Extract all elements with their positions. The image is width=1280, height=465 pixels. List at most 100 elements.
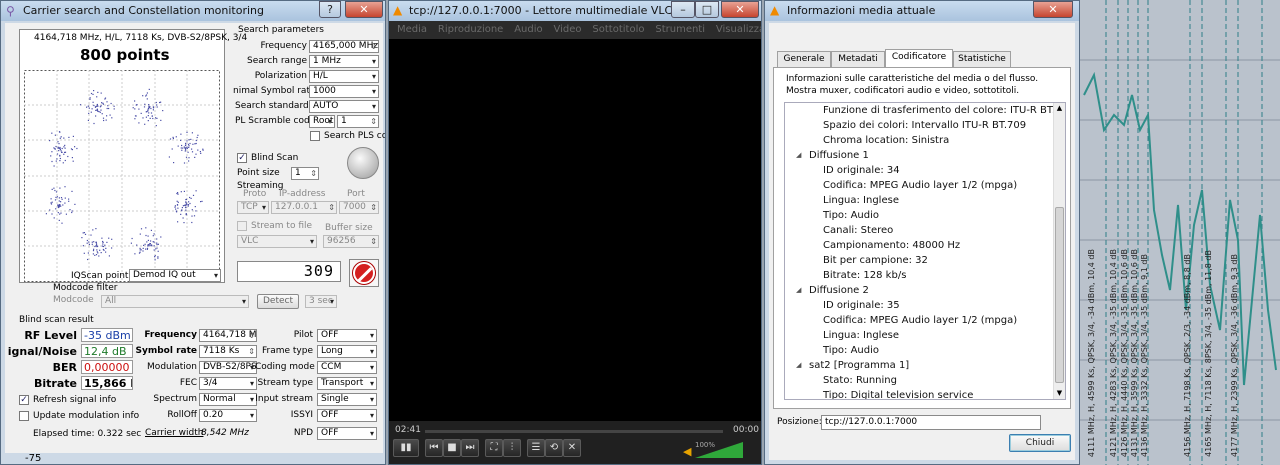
modcode-select[interactable]: All xyxy=(101,295,249,308)
vlc-maximize-button[interactable]: □ xyxy=(695,1,719,18)
mod-select[interactable]: DVB-S2/8PS xyxy=(199,361,257,374)
spectrum-label: Spectrum xyxy=(153,394,197,404)
refresh-checkbox[interactable]: ✓ xyxy=(19,395,29,405)
symrate-select[interactable]: 1000 xyxy=(309,85,379,98)
volume-slider[interactable] xyxy=(695,442,743,458)
iqscan-select[interactable]: Demod IQ out xyxy=(129,269,221,282)
pilot-select[interactable]: OFF xyxy=(317,329,377,342)
rolloff-select[interactable]: 0.20 xyxy=(199,409,257,422)
player-select[interactable]: VLC xyxy=(237,235,317,248)
tab-metadati[interactable]: Metadati xyxy=(831,51,885,67)
extended-settings-button[interactable]: ⫶ xyxy=(503,439,521,457)
info-close-button[interactable]: ✕ xyxy=(1033,1,1073,18)
tree-group[interactable]: Diffusione 1 ◢ xyxy=(796,150,869,161)
scroll-down-icon[interactable]: ▼ xyxy=(1054,388,1065,399)
polarization-select[interactable]: H/L xyxy=(309,70,379,83)
range-label: Search range xyxy=(247,56,307,66)
menu-audio[interactable]: Audio xyxy=(514,24,542,35)
stop-button[interactable]: ■ xyxy=(443,439,461,457)
loop-button[interactable]: ⟲ xyxy=(545,439,563,457)
menu-media[interactable]: Media xyxy=(397,24,427,35)
elapsed-time: Elapsed time: 0.322 sec xyxy=(33,429,142,439)
menu-video[interactable]: Video xyxy=(554,24,582,35)
playlist-button[interactable]: ☰ xyxy=(527,439,545,457)
sym2-value[interactable]: 7118 Ks xyxy=(199,345,257,358)
scroll-up-icon[interactable]: ▲ xyxy=(1054,103,1065,114)
ip-input[interactable]: 127.0.0.1 xyxy=(271,201,337,214)
expand-arrow-icon[interactable]: ◢ xyxy=(796,361,801,369)
vlc-close-button[interactable]: ✕ xyxy=(721,1,759,18)
tree-item: Bit per campione: 32 xyxy=(823,255,928,266)
npd-select[interactable]: OFF xyxy=(317,427,377,440)
result-title: Blind scan result xyxy=(19,315,94,325)
shuffle-button[interactable]: ✕ xyxy=(563,439,581,457)
menu-riproduzione[interactable]: Riproduzione xyxy=(438,24,503,35)
fullscreen-button[interactable]: ⛶ xyxy=(485,439,503,457)
range-select[interactable]: 1 MHz xyxy=(309,55,379,68)
proto-select[interactable]: TCP xyxy=(237,201,269,214)
position-input[interactable]: tcp://127.0.0.1:7000 xyxy=(821,415,1041,430)
freq2-value[interactable]: 4164,718 M xyxy=(199,329,257,342)
expand-arrow-icon[interactable]: ◢ xyxy=(796,286,801,294)
close-dialog-button[interactable]: Chiudi xyxy=(1009,434,1071,452)
sec-select[interactable]: 3 sec xyxy=(305,295,337,308)
play-button[interactable]: ▮▮ xyxy=(393,439,419,457)
next-button[interactable]: ⏭ xyxy=(461,439,479,457)
sym2-label: Symbol rate xyxy=(135,346,198,356)
polarization-label: Polarization xyxy=(254,71,307,81)
stop-icon[interactable] xyxy=(349,259,379,287)
help-button[interactable]: ? xyxy=(319,1,341,18)
spectrum-select[interactable]: Normal xyxy=(199,393,257,406)
video-area[interactable] xyxy=(389,39,761,421)
blind-scan-checkbox[interactable]: ✓ xyxy=(237,153,247,163)
point-size-input[interactable]: 1 xyxy=(291,167,319,180)
menu-strumenti[interactable]: Strumenti xyxy=(655,24,705,35)
menu-sottotitolo[interactable]: Sottotitolo xyxy=(592,24,644,35)
tab-generale[interactable]: Generale xyxy=(777,51,831,67)
tree-item: Codifica: MPEG Audio layer 1/2 (mpga) xyxy=(823,315,1018,326)
previous-button[interactable]: ⏮ xyxy=(425,439,443,457)
streamtype-select[interactable]: Transport xyxy=(317,377,377,390)
update-mod-checkbox[interactable] xyxy=(19,411,29,421)
tree-item: Campionamento: 48000 Hz xyxy=(823,240,961,251)
tree-item: ID originale: 34 xyxy=(823,165,900,176)
tab-statistiche[interactable]: Statistiche xyxy=(953,51,1011,67)
position-label: Posizione: xyxy=(777,417,822,427)
search-pls-checkbox[interactable] xyxy=(310,131,320,141)
tree-group[interactable]: Diffusione 2 ◢ xyxy=(796,285,869,296)
menu-visualizza[interactable]: Visualizza xyxy=(716,24,761,35)
scan-icon[interactable] xyxy=(347,147,379,179)
scroll-thumb[interactable] xyxy=(1055,207,1064,383)
scramble-select[interactable]: Root xyxy=(309,115,335,128)
refresh-label: Refresh signal info xyxy=(33,395,117,405)
coding-select[interactable]: CCM xyxy=(317,361,377,374)
vlc-cone-icon: ▲ xyxy=(393,3,403,17)
buffer-input[interactable]: 96256 xyxy=(323,235,379,248)
spectrum-label: 4121 MHz, H, 4283 Ks, QPSK, 3/4, -35 dBm… xyxy=(1109,248,1118,457)
close-button[interactable]: ✕ xyxy=(345,1,383,18)
tab-codificatore[interactable]: Codificatore xyxy=(885,49,953,68)
tree-item: Chroma location: Sinistra xyxy=(823,135,950,146)
issyi-select[interactable]: OFF xyxy=(317,409,377,422)
detect-button[interactable]: Detect xyxy=(257,294,299,309)
frametype-select[interactable]: Long xyxy=(317,345,377,358)
snr-label: ignal/Noise xyxy=(7,345,77,358)
frequency-input[interactable]: 4165,000 MHz xyxy=(309,40,379,53)
stream-file-checkbox[interactable] xyxy=(237,221,247,231)
scramble-number[interactable]: 1 xyxy=(337,115,379,128)
standard-select[interactable]: AUTO xyxy=(309,100,379,113)
update-mod-label: Update modulation info xyxy=(33,411,140,421)
seek-bar[interactable] xyxy=(425,430,723,433)
vlc-minimize-button[interactable]: – xyxy=(671,1,695,18)
tree-scrollbar[interactable]: ▲ ▼ xyxy=(1053,103,1065,399)
inputstream-select[interactable]: Single xyxy=(317,393,377,406)
speaker-icon[interactable]: ◀ xyxy=(683,445,691,458)
symrate-label: nimal Symbol rate xyxy=(233,86,316,96)
fec-select[interactable]: 3/4 xyxy=(199,377,257,390)
expand-arrow-icon[interactable]: ◢ xyxy=(796,151,801,159)
tree-group[interactable]: sat2 [Programma 1] ◢ xyxy=(796,360,909,371)
port-input[interactable]: 7000 xyxy=(339,201,379,214)
ip-label: IP-address xyxy=(279,189,326,199)
tab-content: Informazioni sulle caratteristiche del m… xyxy=(773,67,1071,409)
media-info-window: ▲ Informazioni media attuale ✕ Generale … xyxy=(764,0,1080,465)
